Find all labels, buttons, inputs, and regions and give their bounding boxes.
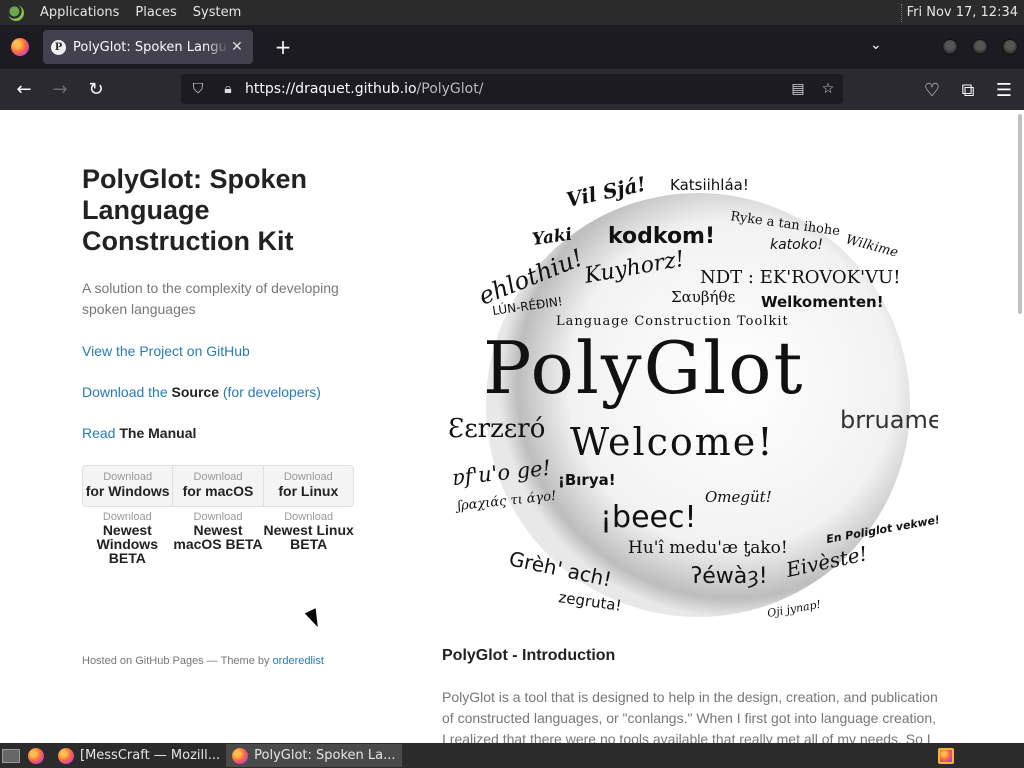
- web-page: PolyGlot: Spoken Language Construction K…: [0, 110, 1024, 743]
- tab-polyglot[interactable]: P PolyGlot: Spoken Language Construction…: [43, 30, 253, 64]
- navigation-bar: ← → ↻ ⛉ 🔒︎ https://draquet.github.io/Pol…: [0, 69, 1024, 110]
- url-bar[interactable]: ⛉ 🔒︎ https://draquet.github.io/PolyGlot/…: [181, 74, 843, 104]
- app-menu-icon[interactable]: ☰: [992, 76, 1016, 104]
- download-source-link[interactable]: Download the Source (for developers): [82, 384, 321, 400]
- download-macos-big: for macOS: [182, 483, 254, 499]
- download-windows-beta-big: Newest Windows BETA: [96, 522, 158, 566]
- taskbar-window-messcraft[interactable]: [MessCraft — Mozill...: [52, 744, 226, 767]
- panel-grip: [900, 3, 903, 22]
- show-desktop-icon[interactable]: [2, 748, 20, 763]
- read-manual-link[interactable]: Read The Manual: [82, 425, 196, 441]
- page-scrollbar[interactable]: [1018, 114, 1022, 314]
- download-linux-button[interactable]: Download for Linux: [264, 466, 353, 506]
- bookmark-star-icon[interactable]: ☆: [813, 81, 843, 97]
- page-footer: Hosted on GitHub Pages — Theme by ordere…: [82, 655, 324, 667]
- read-manual-bold: The Manual: [119, 425, 197, 441]
- url-host: https://draquet.github.io: [245, 81, 417, 97]
- close-tab-icon[interactable]: ✕: [229, 39, 245, 55]
- menu-applications[interactable]: Applications: [32, 5, 127, 20]
- url-path: /PolyGlot/: [416, 81, 484, 97]
- menu-system[interactable]: System: [185, 5, 249, 20]
- logo-word: ¡beec!: [600, 500, 697, 535]
- maximize-window-button[interactable]: [972, 39, 988, 55]
- new-tab-button[interactable]: +: [271, 35, 295, 59]
- intro-heading: PolyGlot - Introduction: [442, 647, 616, 664]
- logo-word: katoko!: [770, 237, 823, 253]
- url-text[interactable]: https://draquet.github.io/PolyGlot/: [243, 81, 783, 97]
- orderedlist-link[interactable]: orderedlist: [273, 655, 324, 667]
- distro-logo-icon[interactable]: [8, 4, 24, 21]
- clock[interactable]: Fri Nov 17, 12:34: [907, 5, 1024, 20]
- download-windows-button[interactable]: Download for Windows: [83, 466, 174, 506]
- top-panel: Applications Places System Fri Nov 17, 1…: [0, 0, 1024, 25]
- intro-paragraph: PolyGlot is a tool that is designed to h…: [442, 689, 938, 743]
- tab-strip: P PolyGlot: Spoken Language Construction…: [0, 25, 1024, 69]
- download-windows-big: for Windows: [85, 483, 170, 499]
- polyglot-logo-image: Vil Sjá! Katsiihláa! Yaki kodkom! Ryke a…: [448, 172, 938, 620]
- firefox-view-icon[interactable]: [11, 38, 29, 56]
- back-button[interactable]: ←: [10, 76, 38, 104]
- logo-word: kodkom!: [608, 224, 715, 249]
- bottom-taskbar: [MessCraft — Mozill... PolyGlot: Spoken …: [0, 743, 1024, 768]
- minimize-window-button[interactable]: [942, 39, 958, 55]
- download-source-prefix: Download the: [82, 384, 172, 400]
- mouse-pointer-icon: [304, 608, 324, 630]
- taskbar-window-label: PolyGlot: Spoken La...: [254, 748, 396, 763]
- logo-word: Katsiihláa!: [670, 176, 749, 194]
- extensions-icon[interactable]: ⧉: [956, 76, 980, 104]
- site-favicon-icon: P: [51, 39, 66, 55]
- download-linux-big: for Linux: [278, 483, 339, 499]
- forward-button[interactable]: →: [46, 76, 74, 104]
- reload-button[interactable]: ↻: [82, 76, 110, 104]
- list-all-tabs-chevron-icon[interactable]: ⌄: [870, 37, 882, 53]
- download-windows-small: Download: [103, 471, 153, 483]
- logo-word: ʔéwàȝ!: [691, 564, 768, 589]
- download-linux-beta-big: Newest Linux BETA: [263, 522, 354, 552]
- download-windows-beta-button[interactable]: Download Newest Windows BETA: [82, 511, 173, 565]
- logo-word: ¡Bırya!: [558, 471, 616, 489]
- logo-word: Hu'î medu'æ ƫako!: [628, 538, 788, 558]
- reader-view-icon[interactable]: ▤: [783, 81, 813, 97]
- view-project-github-link[interactable]: View the Project on GitHub: [82, 343, 250, 359]
- firefox-launcher-icon[interactable]: [28, 747, 44, 764]
- download-source-suffix: (for developers): [218, 384, 321, 400]
- logo-word: Σαυβήθε: [671, 288, 736, 306]
- pocket-icon[interactable]: ♡: [920, 76, 944, 104]
- page-description: A solution to the complexity of developi…: [82, 280, 339, 317]
- download-macos-small: Download: [193, 471, 243, 483]
- download-macos-button[interactable]: Download for macOS: [173, 466, 264, 506]
- download-linux-beta-button[interactable]: Download Newest Linux BETA: [263, 511, 354, 565]
- download-buttons: Download for Windows Download for macOS …: [82, 465, 354, 507]
- tracking-protection-shield-icon[interactable]: ⛉: [183, 81, 213, 97]
- lock-icon[interactable]: 🔒︎: [213, 81, 243, 97]
- taskbar-window-polyglot[interactable]: PolyGlot: Spoken La...: [226, 744, 402, 767]
- firefox-window-icon: [232, 747, 249, 764]
- beta-download-buttons: Download Newest Windows BETA Download Ne…: [82, 511, 354, 565]
- download-macos-beta-button[interactable]: Download Newest macOS BETA: [173, 511, 264, 565]
- logo-word: brruame!: [840, 406, 938, 434]
- logo-word: Welkomenten!: [761, 293, 884, 311]
- logo-welcome: Welcome!: [570, 420, 775, 464]
- tray-firefox-icon[interactable]: [938, 747, 954, 764]
- menu-places[interactable]: Places: [127, 5, 184, 20]
- close-window-button[interactable]: [1002, 39, 1018, 55]
- tab-title: PolyGlot: Spoken Language Construction K…: [73, 39, 229, 55]
- logo-word: Wilkime: [844, 232, 900, 260]
- download-source-bold: Source: [171, 384, 219, 400]
- logo-polyglot-wordmark: PolyGlot: [483, 326, 804, 410]
- download-macos-beta-big: Newest macOS BETA: [173, 522, 263, 552]
- firefox-window-icon: [58, 747, 74, 764]
- page-title: PolyGlot: Spoken Language Construction K…: [82, 164, 308, 256]
- read-manual-prefix: Read: [82, 425, 120, 441]
- logo-word: Omegüt!: [705, 488, 772, 506]
- taskbar-window-label: [MessCraft — Mozill...: [80, 748, 221, 763]
- logo-word: NDT : EK'ROVOK'VU!: [700, 267, 900, 288]
- footer-text: Hosted on GitHub Pages — Theme by: [82, 655, 273, 667]
- logo-word: Ɛɛrzɛró: [448, 414, 545, 444]
- download-linux-small: Download: [283, 471, 333, 483]
